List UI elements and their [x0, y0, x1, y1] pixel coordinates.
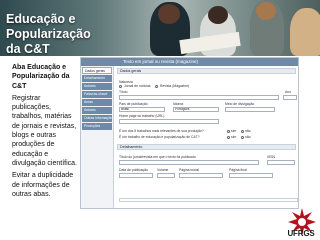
- sidenav-item-sectors[interactable]: Setores: [82, 107, 112, 114]
- description-heading: Aba Educação e Popularização da C&T: [12, 64, 70, 90]
- medium-label: Meio de divulgação: [225, 102, 255, 106]
- start-page-label: Página inicial: [179, 168, 199, 172]
- sidenav-item-general[interactable]: Dados gerais: [82, 67, 112, 74]
- relevant-yes-radio[interactable]: [227, 130, 230, 133]
- page-title: Educação e Popularização da C&T: [6, 12, 146, 56]
- header-banner: Educação e Popularização da C&T: [0, 0, 320, 56]
- date-label: Data de publicação: [119, 168, 149, 172]
- end-page-label: Página final: [229, 168, 247, 172]
- relevant-no-label: não: [245, 129, 251, 133]
- periodical-label: Título do jornal/revista em que o texto …: [119, 155, 196, 159]
- volume-input[interactable]: [157, 173, 175, 178]
- sidenav-item-productions[interactable]: Produções: [82, 123, 112, 130]
- relevant-question: É um dos 5 trabalhos mais relevantes de …: [119, 129, 204, 133]
- sidenav-item-keywords[interactable]: Palavras-chave: [82, 91, 112, 98]
- language-label: Idioma: [173, 102, 184, 106]
- periodical-input[interactable]: [119, 160, 259, 165]
- description-paragraph: Registrar publicações, trabalhos, matéri…: [12, 94, 77, 167]
- student-head: [256, 2, 276, 20]
- title-input[interactable]: [119, 95, 279, 100]
- popularization-no-label: não: [245, 135, 251, 139]
- sidenav-item-other-info[interactable]: Outras informações: [82, 115, 112, 122]
- student-head: [208, 6, 228, 24]
- medium-select[interactable]: [225, 107, 275, 112]
- form-content: Dados gerais Natureza Jornal de notícias…: [117, 68, 298, 208]
- page-title-line1: Educação e Popularização: [6, 12, 91, 41]
- popularization-yes-radio[interactable]: [227, 136, 230, 139]
- popularization-question: É um trabalho de educação e popularizaçã…: [119, 135, 200, 139]
- issn-input[interactable]: [267, 160, 295, 165]
- section-detail-header: Detalhamento: [117, 144, 296, 150]
- student-head: [158, 4, 180, 24]
- date-input[interactable]: [119, 173, 153, 178]
- radio-magazine[interactable]: [155, 85, 158, 88]
- volume-label: Volume: [157, 168, 169, 172]
- description-paragraph: Evitar a duplicidade de informações de o…: [12, 172, 74, 198]
- popularization-yes-label: sim: [231, 135, 237, 139]
- relevant-yes-label: sim: [231, 129, 237, 133]
- sidenav-item-areas[interactable]: Áreas: [82, 99, 112, 106]
- page-title-line2: da C&T: [6, 42, 50, 56]
- form-sidenav: Dados gerais Detalhamento Autores Palavr…: [81, 66, 114, 208]
- radio-magazine-label: Revista (Magazine): [160, 84, 190, 88]
- issn-label: ISSN: [267, 155, 275, 159]
- description-panel: Aba Educação e Popularização da C&T Regi…: [12, 63, 80, 202]
- sidenav-item-authors[interactable]: Autores: [82, 83, 112, 90]
- country-select[interactable]: Brasil: [119, 107, 165, 112]
- radio-newspaper[interactable]: [119, 85, 122, 88]
- year-label: Ano: [285, 90, 292, 94]
- scrollbar-horizontal[interactable]: [119, 198, 298, 202]
- form-window-title: Texto em jornal ou revista (magazine): [81, 58, 298, 66]
- sidenav-item-detail[interactable]: Detalhamento: [82, 75, 112, 82]
- title-label: Título: [119, 90, 128, 94]
- homepage-label: Home page do trabalho (URL): [119, 114, 165, 118]
- section-general-header: Dados gerais: [117, 68, 296, 74]
- form-screenshot: Texto em jornal ou revista (magazine) Da…: [80, 57, 299, 209]
- ufrgs-logo-text: UFRGS: [287, 229, 315, 238]
- language-select[interactable]: Português: [173, 107, 219, 112]
- end-page-input[interactable]: [229, 173, 273, 178]
- popularization-no-radio[interactable]: [241, 136, 244, 139]
- student-figure: [290, 8, 320, 56]
- country-label: País de publicação: [119, 102, 148, 106]
- radio-newspaper-label: Jornal de notícias: [124, 84, 151, 88]
- year-input[interactable]: [283, 95, 297, 100]
- start-page-input[interactable]: [179, 173, 223, 178]
- homepage-input[interactable]: [119, 119, 219, 124]
- relevant-no-radio[interactable]: [241, 130, 244, 133]
